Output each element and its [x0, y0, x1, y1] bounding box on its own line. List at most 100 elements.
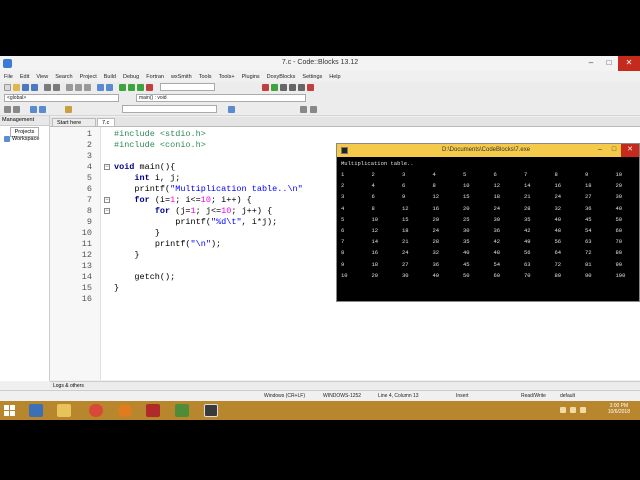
menu-plugins[interactable]: Plugins: [242, 74, 260, 80]
build-target-combo[interactable]: [160, 83, 215, 91]
redo-icon[interactable]: [53, 84, 60, 91]
console-output-cell: 3: [341, 193, 345, 201]
menu-doxyblocks[interactable]: DoxyBlocks: [267, 74, 296, 80]
console-output-cell: 8: [341, 249, 345, 257]
menu-help[interactable]: Help: [329, 74, 340, 80]
comment-icon[interactable]: [4, 106, 11, 113]
close-button[interactable]: ✕: [618, 56, 640, 71]
management-header: Management: [0, 116, 49, 126]
logs-panel-bar[interactable]: Logs & others: [50, 381, 640, 389]
console-output-cell: 18: [493, 193, 501, 201]
console-output-cell: 49: [524, 238, 531, 246]
menu-edit[interactable]: Edit: [20, 74, 29, 80]
fold-toggle-outer-for[interactable]: −: [104, 197, 110, 203]
zoom-out-icon[interactable]: [310, 106, 317, 113]
maximize-button[interactable]: □: [600, 56, 618, 71]
console-output-cell: 9: [585, 171, 589, 178]
save-icon[interactable]: [22, 84, 29, 91]
tray-flag-icon[interactable]: [560, 407, 566, 413]
taskbar-chrome-icon[interactable]: [89, 404, 103, 417]
build-run-icon[interactable]: [137, 84, 144, 91]
fold-toggle-main[interactable]: −: [104, 164, 110, 170]
tray-network-icon[interactable]: [570, 407, 576, 413]
console-close-button[interactable]: ✕: [621, 144, 639, 157]
menu-tools[interactable]: Tools: [199, 74, 212, 80]
menu-file[interactable]: File: [4, 74, 13, 80]
save-all-icon[interactable]: [31, 84, 38, 91]
console-output-cell: 45: [585, 215, 592, 223]
cut-icon[interactable]: [66, 84, 73, 91]
taskbar-virtualbox-icon[interactable]: [29, 404, 43, 417]
code-line-6: printf("Multiplication table..\n": [114, 184, 302, 194]
console-output-cell: 7: [524, 171, 528, 178]
menu-settings[interactable]: Settings: [302, 74, 322, 80]
menu-search[interactable]: Search: [55, 74, 72, 80]
zoom-in-icon[interactable]: [300, 106, 307, 113]
debug-icon[interactable]: [262, 84, 269, 91]
line-number: 5: [86, 173, 92, 183]
menu-wxsmith[interactable]: wxSmith: [171, 74, 192, 80]
console-output-cell: 18: [585, 182, 592, 190]
fold-toggle-inner-for[interactable]: −: [104, 208, 110, 214]
menu-project[interactable]: Project: [80, 74, 97, 80]
find-icon[interactable]: [97, 84, 104, 91]
open-file-icon[interactable]: [13, 84, 20, 91]
step-out-icon[interactable]: [298, 84, 305, 91]
uncomment-icon[interactable]: [13, 106, 20, 113]
new-file-icon[interactable]: [4, 84, 11, 91]
console-output-cell: 40: [432, 271, 440, 279]
abort-icon[interactable]: [146, 84, 153, 91]
stop-debugger-icon[interactable]: [307, 84, 314, 91]
console-output-cell: 10: [615, 171, 623, 178]
taskbar-codeblocks-icon[interactable]: [175, 404, 189, 417]
scope-combo[interactable]: <global>: [4, 94, 119, 102]
workspace-tree-item[interactable]: Workspace: [4, 136, 39, 142]
undo-icon[interactable]: [44, 84, 51, 91]
console-output-cell: 8: [554, 171, 558, 178]
step-over-icon[interactable]: [280, 84, 287, 91]
menu-view[interactable]: View: [36, 74, 48, 80]
tab-7c[interactable]: 7.c: [97, 118, 115, 126]
tray-volume-icon[interactable]: [580, 407, 586, 413]
menu-tools-plus[interactable]: Tools+: [219, 74, 235, 80]
console-output-cell: 4: [371, 182, 375, 190]
console-title-bar[interactable]: D:\Documents\CodeBlocks\7.exe – □ ✕: [337, 144, 639, 157]
function-call: printf(: [134, 184, 171, 194]
step-into-icon[interactable]: [289, 84, 296, 91]
next-bookmark-icon[interactable]: [39, 106, 46, 113]
debug-continue-icon[interactable]: [271, 84, 278, 91]
bookmark-icon[interactable]: [30, 106, 37, 113]
run-icon[interactable]: [128, 84, 135, 91]
taskbar-file-explorer-icon[interactable]: [57, 404, 71, 417]
console-minimize-button[interactable]: –: [593, 144, 607, 157]
replace-icon[interactable]: [106, 84, 113, 91]
search-text-combo[interactable]: [122, 105, 217, 113]
console-output-cell: 6: [493, 171, 497, 178]
search-icon[interactable]: [228, 106, 235, 113]
window-title: 7.c - Code::Blocks 13.12: [281, 59, 359, 66]
menu-build[interactable]: Build: [104, 74, 116, 80]
console-maximize-button[interactable]: □: [607, 144, 621, 157]
menu-fortran[interactable]: Fortran: [146, 74, 164, 80]
function-combo[interactable]: main() : void: [136, 94, 306, 102]
copy-icon[interactable]: [75, 84, 82, 91]
console-window[interactable]: D:\Documents\CodeBlocks\7.exe – □ ✕ Mult…: [336, 143, 640, 302]
build-icon[interactable]: [119, 84, 126, 91]
start-button[interactable]: [4, 405, 15, 416]
clock[interactable]: 3:00 PM 10/6/2018: [608, 403, 630, 415]
console-output-cell: 18: [371, 260, 379, 268]
taskbar-app-icon[interactable]: [146, 404, 160, 417]
highlight-icon[interactable]: [65, 106, 72, 113]
console-output-cell: 7: [341, 238, 345, 246]
console-output-cell: 10: [341, 271, 348, 279]
tab-start-here[interactable]: Start here: [52, 118, 96, 126]
console-output-cell: 16: [554, 182, 562, 190]
menu-debug[interactable]: Debug: [123, 74, 139, 80]
console-output-cell: 36: [493, 227, 501, 234]
taskbar-console-icon[interactable]: [204, 404, 218, 417]
console-output-cell: 50: [615, 215, 623, 223]
minimize-button[interactable]: –: [582, 56, 600, 71]
paste-icon[interactable]: [84, 84, 91, 91]
taskbar-firefox-icon[interactable]: [118, 404, 132, 417]
clock-date: 10/6/2018: [607, 409, 630, 415]
